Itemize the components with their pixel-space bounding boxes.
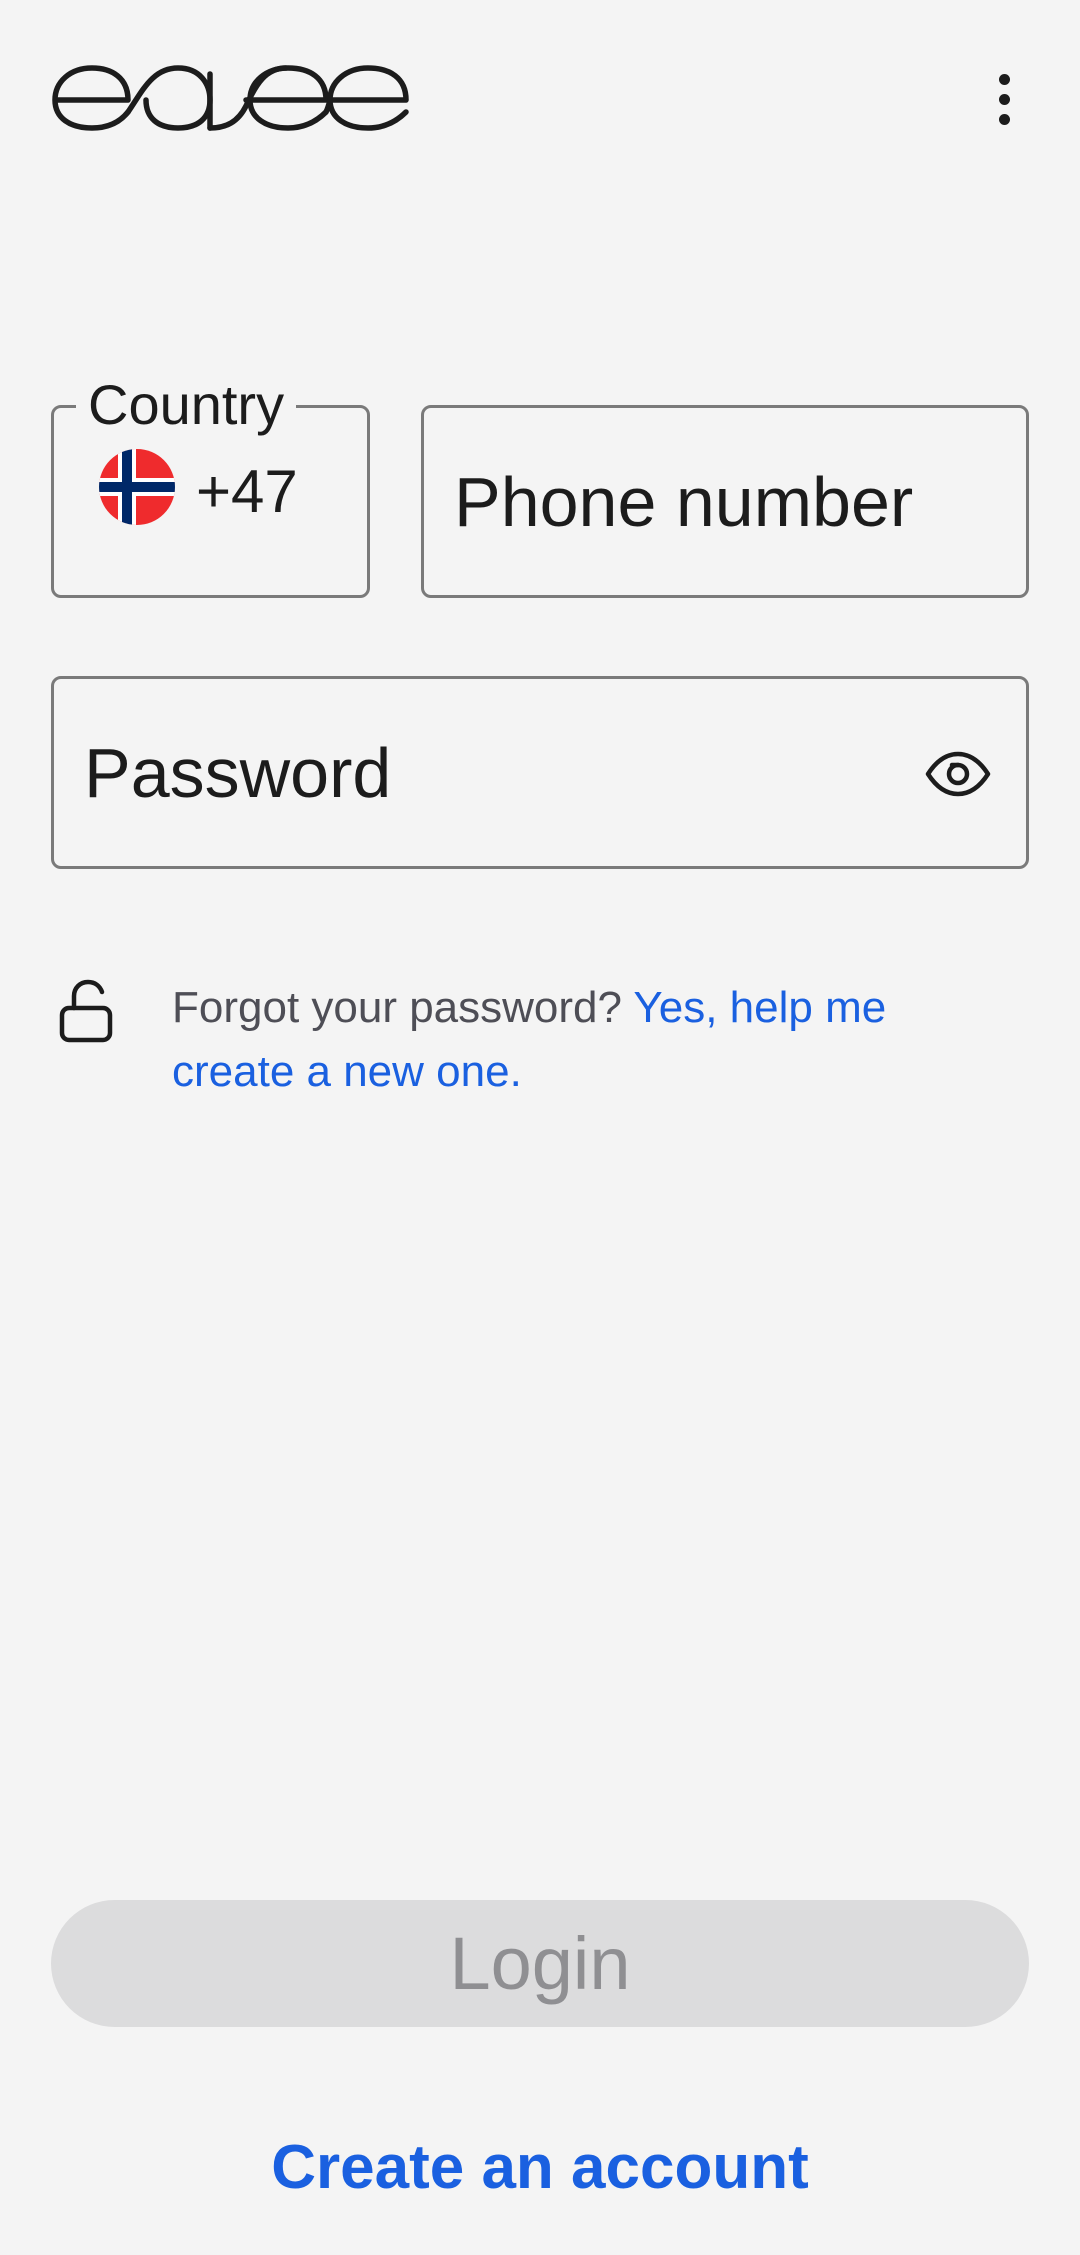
menu-dot (998, 93, 1010, 105)
password-field[interactable] (51, 676, 1029, 869)
menu-dot (998, 113, 1010, 125)
eye-icon[interactable] (918, 734, 998, 814)
easee-logo (52, 65, 409, 131)
norway-flag-icon (99, 449, 175, 525)
forgot-password-prompt: Forgot your password? (172, 983, 634, 1032)
phone-number-input[interactable] (454, 408, 1014, 595)
create-account-link[interactable]: Create an account (0, 2128, 1080, 2208)
password-input[interactable] (84, 679, 884, 866)
menu-dot (998, 73, 1010, 85)
login-screen: Country +47 Phone number Forgot your pas… (0, 0, 1080, 2255)
login-button[interactable]: Login (51, 1900, 1029, 2027)
phone-number-field[interactable] (421, 405, 1029, 598)
more-vertical-icon[interactable] (976, 66, 1032, 132)
country-label: Country (76, 372, 297, 438)
country-selector[interactable]: Country +47 (51, 372, 370, 598)
dial-code: +47 (196, 458, 298, 525)
forgot-password-text: Forgot your password? Yes, help me creat… (172, 976, 972, 1104)
unlock-icon (59, 979, 113, 1043)
